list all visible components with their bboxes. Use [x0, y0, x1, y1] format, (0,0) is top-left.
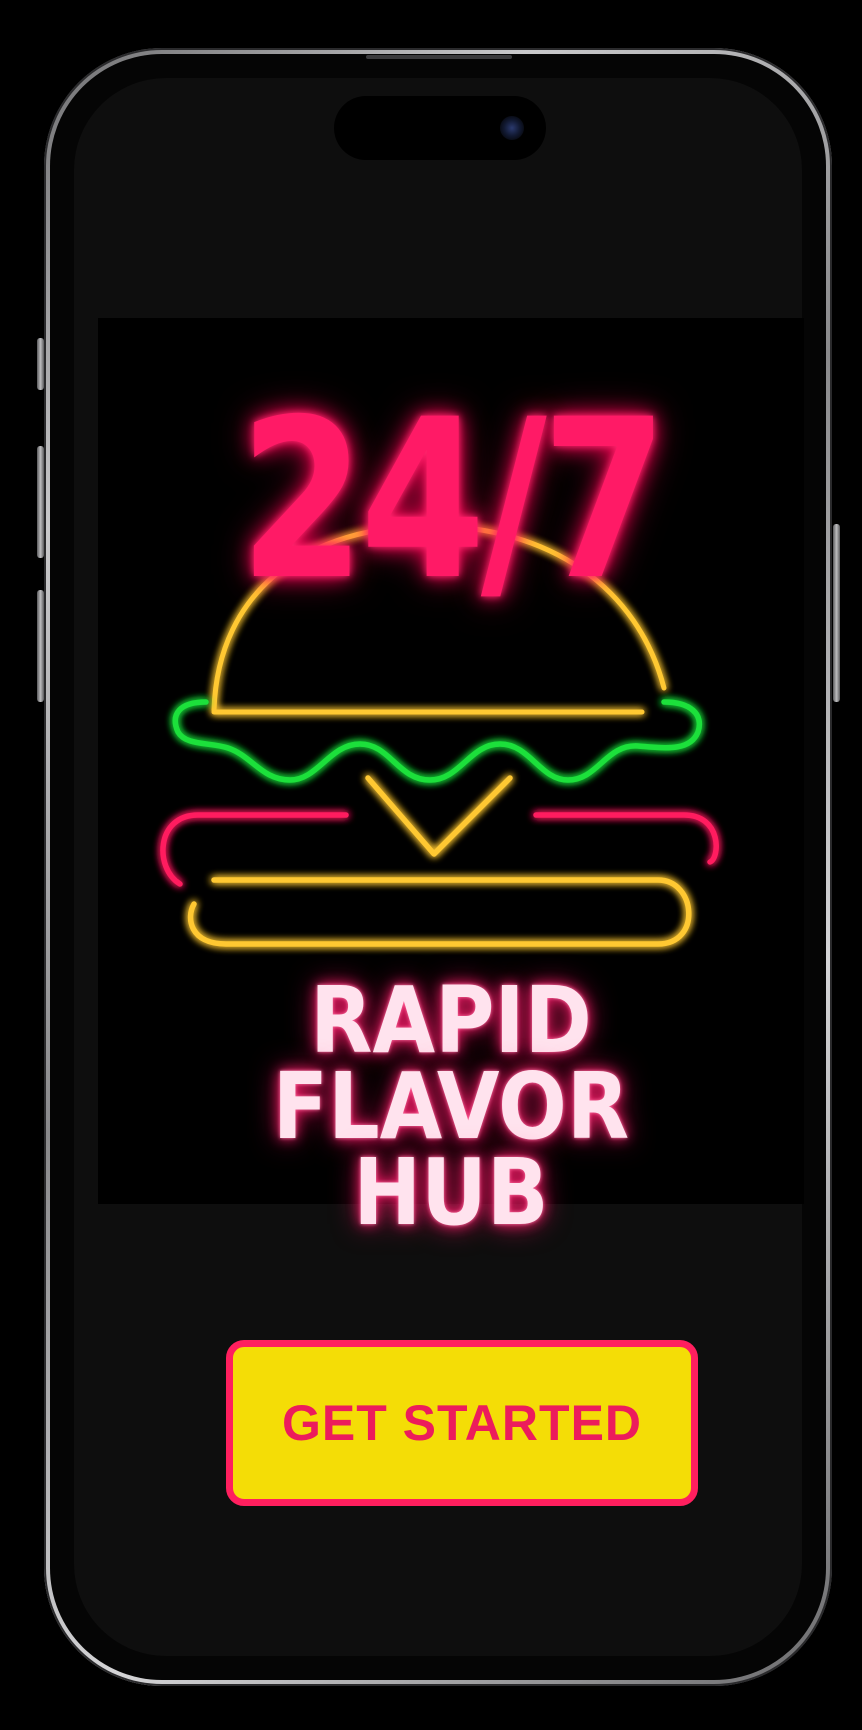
get-started-button[interactable]: GET STARTED	[226, 1340, 698, 1506]
headline-24-7: 24/7	[239, 372, 668, 628]
bottom-bun-shape	[187, 877, 692, 947]
logo-panel: 24/7 RAPID FLAVOR HUB	[98, 318, 804, 1239]
power-button	[833, 524, 840, 702]
front-camera-icon	[500, 116, 524, 140]
action-button	[37, 338, 44, 390]
brand-name: RAPID FLAVOR HUB	[272, 967, 630, 1246]
volume-up-button	[37, 446, 44, 558]
earpiece-speaker	[366, 55, 512, 59]
volume-down-button	[37, 590, 44, 702]
dynamic-island	[334, 96, 546, 160]
app-screen: 24/7 RAPID FLAVOR HUB GET STARTED	[0, 0, 862, 1730]
get-started-label: GET STARTED	[281, 1395, 643, 1451]
cheese-shape	[365, 775, 513, 857]
